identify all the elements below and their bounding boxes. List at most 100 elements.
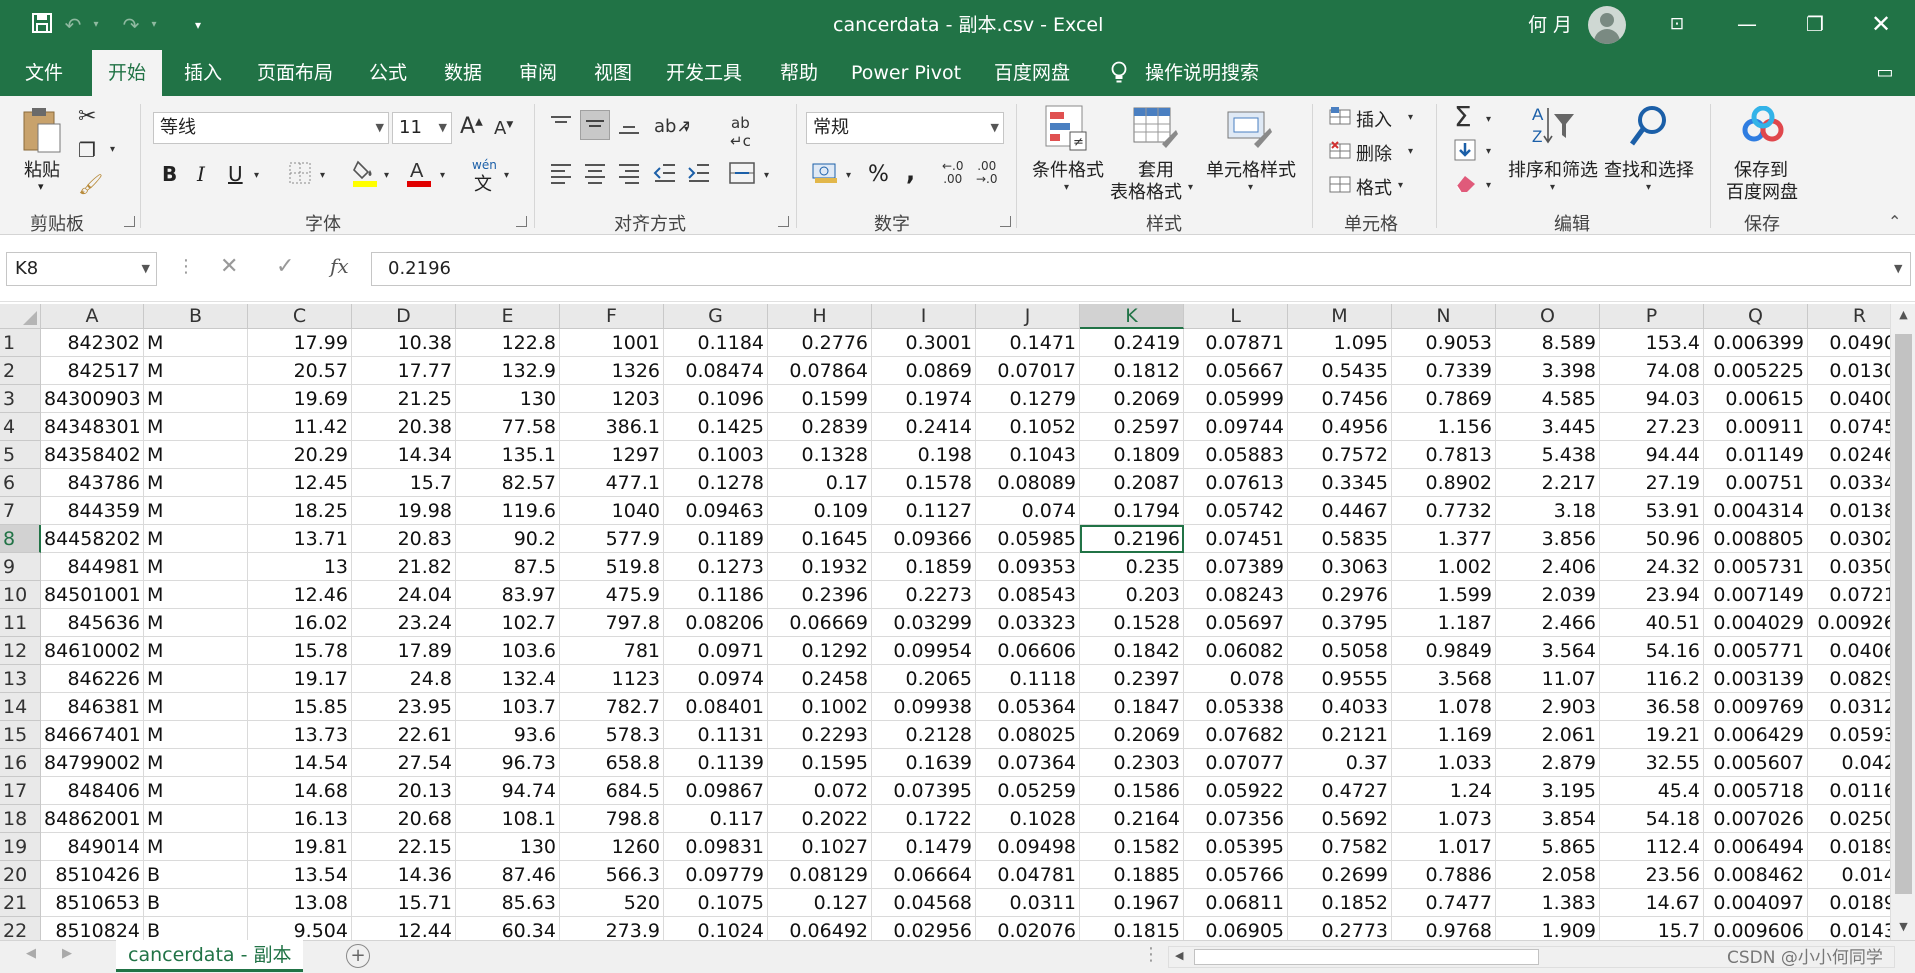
user-avatar[interactable] [1588, 6, 1626, 44]
cell[interactable]: 14.36 [352, 861, 456, 889]
cell[interactable]: 24.8 [352, 665, 456, 693]
cell[interactable]: 520 [560, 889, 664, 917]
delete-cells-label[interactable]: 删除 [1356, 140, 1392, 166]
find-select-dropdown-icon[interactable]: ▾ [1646, 182, 1651, 193]
cell[interactable]: 519.8 [560, 553, 664, 581]
cell[interactable]: 102.7 [456, 609, 560, 637]
fill-icon[interactable] [1452, 138, 1478, 166]
cell[interactable]: 0.1096 [664, 385, 768, 413]
cell[interactable]: 1.002 [1392, 553, 1496, 581]
cell[interactable]: 0.005771 [1704, 637, 1808, 665]
sheet-tab-active[interactable]: cancerdata - 副本 [116, 940, 304, 972]
cell[interactable]: 797.8 [560, 609, 664, 637]
row-header[interactable]: 12 [0, 637, 41, 665]
cell[interactable]: 15.7 [352, 469, 456, 497]
cell[interactable]: 1.24 [1392, 777, 1496, 805]
cell[interactable]: 3.564 [1496, 637, 1600, 665]
cell[interactable]: 18.25 [248, 497, 352, 525]
cell[interactable]: 1.187 [1392, 609, 1496, 637]
cell[interactable]: 0.9053 [1392, 329, 1496, 357]
cell[interactable]: 1.095 [1288, 329, 1392, 357]
cell[interactable]: 8.589 [1496, 329, 1600, 357]
row-header[interactable]: 15 [0, 721, 41, 749]
cell[interactable]: 83.97 [456, 581, 560, 609]
cell[interactable]: 54.18 [1600, 805, 1704, 833]
cell[interactable]: 20.13 [352, 777, 456, 805]
cell[interactable]: 477.1 [560, 469, 664, 497]
cell[interactable]: M [144, 497, 248, 525]
tab-formulas[interactable]: 公式 [356, 50, 420, 96]
cell[interactable]: 0.01893 [1808, 833, 1890, 861]
row-header[interactable]: 17 [0, 777, 41, 805]
cell[interactable]: 844981 [41, 553, 144, 581]
accounting-format-icon[interactable] [810, 160, 840, 188]
cell[interactable]: 19.21 [1600, 721, 1704, 749]
insert-cells-dropdown-icon[interactable]: ▾ [1408, 112, 1413, 123]
ribbon-display-options-icon[interactable]: ⊡ [1644, 0, 1710, 50]
cell[interactable]: 0.7732 [1392, 497, 1496, 525]
cell[interactable]: 1.383 [1496, 889, 1600, 917]
cell[interactable]: 0.0971 [664, 637, 768, 665]
cell[interactable]: 0.0869 [872, 357, 976, 385]
format-cells-label[interactable]: 格式 [1356, 174, 1392, 200]
cell[interactable]: 0.005731 [1704, 553, 1808, 581]
cell[interactable]: 0.04781 [976, 861, 1080, 889]
cell[interactable]: 0.05922 [1184, 777, 1288, 805]
cell[interactable]: 84300903 [41, 385, 144, 413]
horizontal-scroll-thumb[interactable] [1194, 949, 1539, 965]
cell[interactable]: 13 [248, 553, 352, 581]
scroll-down-icon[interactable]: ▼ [1891, 916, 1915, 938]
tell-me-search[interactable]: 操作说明搜索 [1142, 50, 1262, 96]
cell[interactable]: 798.8 [560, 805, 664, 833]
cell[interactable]: 45.4 [1600, 777, 1704, 805]
cell[interactable]: 0.5692 [1288, 805, 1392, 833]
number-format-select[interactable]: 常规 ▼ [806, 112, 1004, 144]
cell[interactable]: 3.195 [1496, 777, 1600, 805]
cell[interactable]: 577.9 [560, 525, 664, 553]
cell[interactable]: B [144, 861, 248, 889]
cell[interactable]: 0.1815 [1080, 917, 1184, 940]
cell[interactable]: 0.1859 [872, 553, 976, 581]
cell[interactable]: 0.09498 [976, 833, 1080, 861]
cell[interactable]: 0.008462 [1704, 861, 1808, 889]
cell[interactable]: B [144, 889, 248, 917]
column-header[interactable]: O [1496, 304, 1600, 329]
cell[interactable]: 0.02461 [1808, 441, 1890, 469]
cell[interactable]: 0.7477 [1392, 889, 1496, 917]
phonetic-dropdown-icon[interactable]: ▾ [504, 170, 509, 181]
cell[interactable]: 386.1 [560, 413, 664, 441]
font-launcher-icon[interactable] [516, 216, 527, 227]
insert-cells-label[interactable]: 插入 [1356, 106, 1392, 132]
cell[interactable]: 0.03323 [976, 609, 1080, 637]
italic-button[interactable]: I [197, 162, 205, 186]
fill-color-icon[interactable] [352, 158, 378, 188]
cell[interactable]: M [144, 665, 248, 693]
cell[interactable]: 0.2164 [1080, 805, 1184, 833]
cell[interactable]: 0.006399 [1704, 329, 1808, 357]
cell[interactable]: 0.08025 [976, 721, 1080, 749]
cell[interactable]: 0.1139 [664, 749, 768, 777]
cell[interactable]: 0.1582 [1080, 833, 1184, 861]
cell[interactable]: 846226 [41, 665, 144, 693]
cell[interactable]: 2.406 [1496, 553, 1600, 581]
cell[interactable]: 0.4033 [1288, 693, 1392, 721]
alignment-launcher-icon[interactable] [778, 216, 789, 227]
cell[interactable]: 0.09938 [872, 693, 976, 721]
cell[interactable]: 0.03029 [1808, 525, 1890, 553]
cell[interactable]: 0.08297 [1808, 665, 1890, 693]
expand-formula-bar-icon[interactable]: ▼ [1894, 262, 1902, 275]
cell[interactable]: 0.02956 [872, 917, 976, 940]
cell[interactable]: 20.68 [352, 805, 456, 833]
cell[interactable]: 23.94 [1600, 581, 1704, 609]
sort-filter-dropdown-icon[interactable]: ▾ [1550, 182, 1555, 193]
cell[interactable]: 0.5835 [1288, 525, 1392, 553]
clipboard-launcher-icon[interactable] [124, 216, 135, 227]
cell[interactable]: 0.07864 [768, 357, 872, 385]
cell[interactable]: 0.1722 [872, 805, 976, 833]
row-header[interactable]: 7 [0, 497, 41, 525]
row-header[interactable]: 16 [0, 749, 41, 777]
paste-label[interactable]: 粘贴 [24, 156, 60, 182]
cell[interactable]: 0.004314 [1704, 497, 1808, 525]
cell[interactable]: 20.38 [352, 413, 456, 441]
cell[interactable]: 94.03 [1600, 385, 1704, 413]
